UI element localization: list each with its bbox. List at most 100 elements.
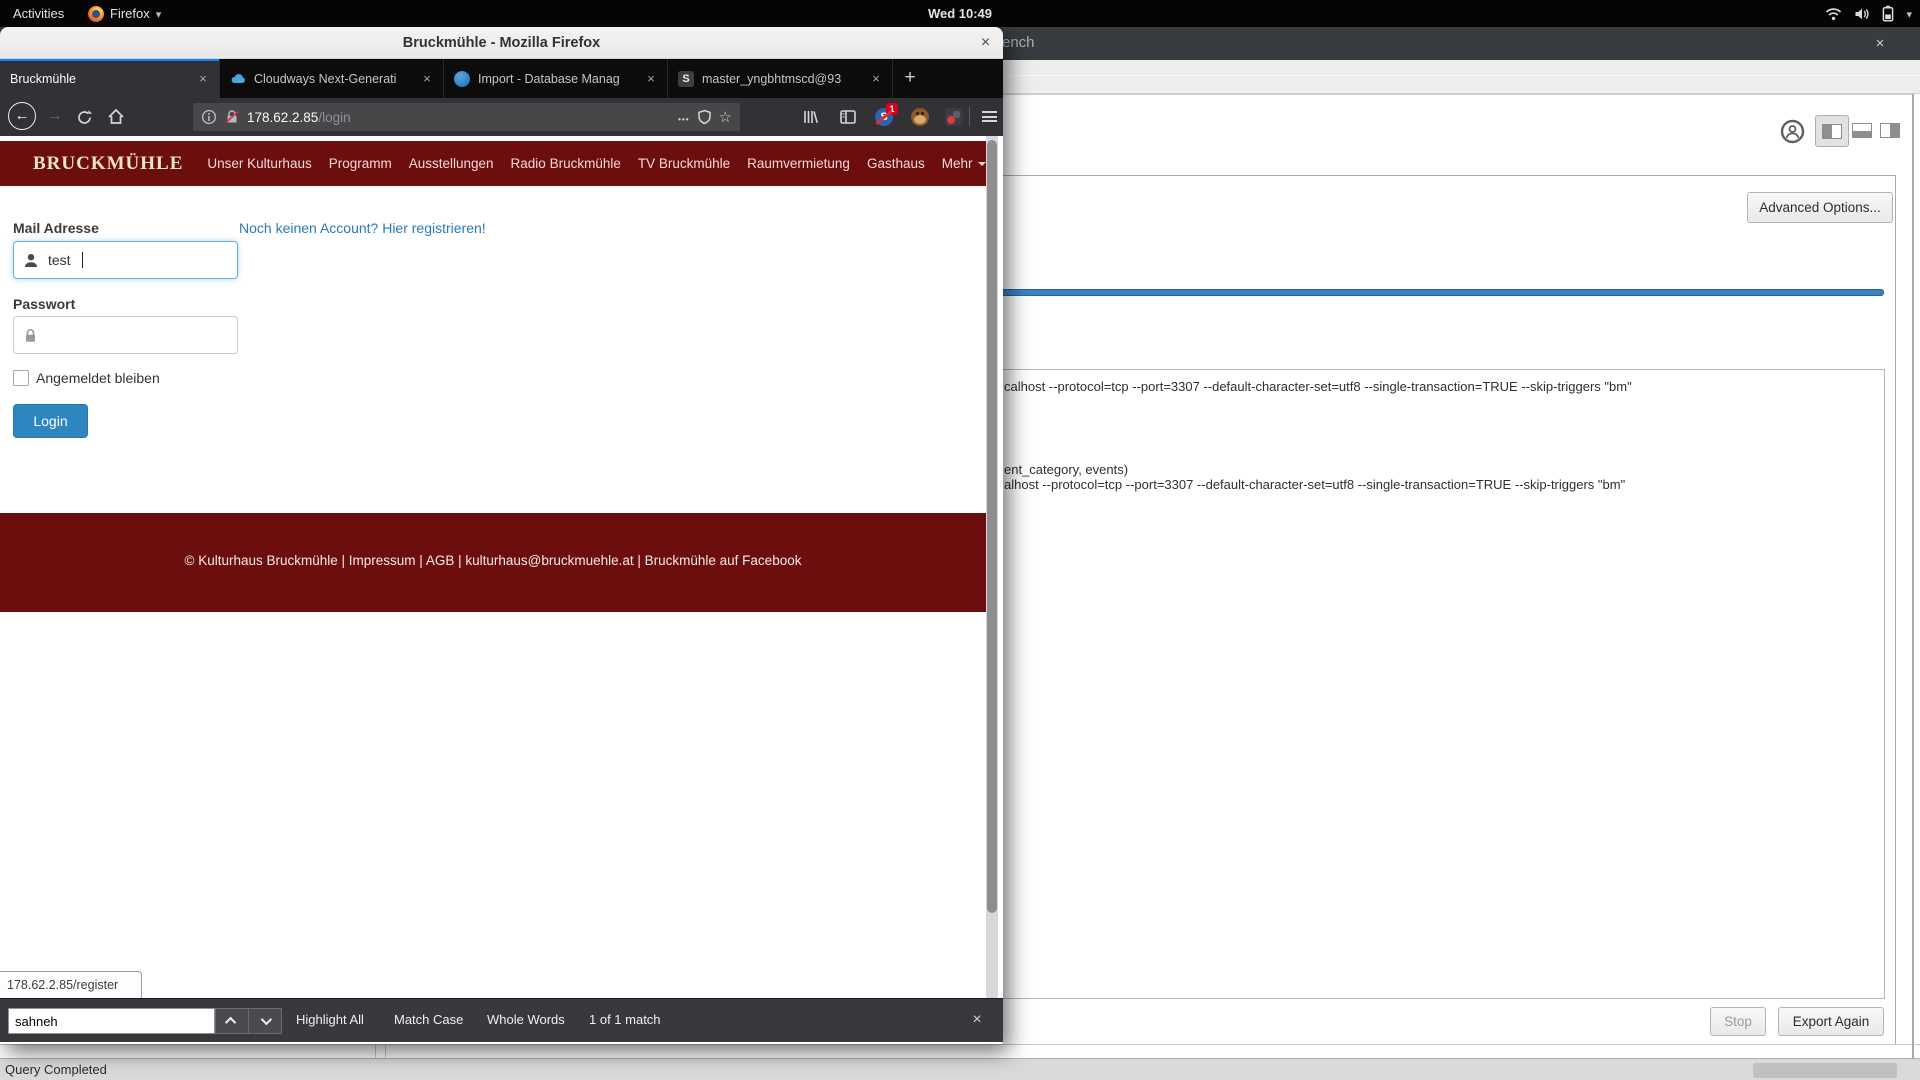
new-tab-button[interactable]: [893, 59, 927, 98]
site-logo[interactable]: BRUCKMÜHLE: [33, 153, 183, 175]
site-info-icon[interactable]: [201, 109, 217, 125]
log-line: alhost --protocol=tcp --port=3307 --defa…: [1004, 477, 1625, 492]
url-host: 178.62.2.85: [247, 110, 318, 125]
forward-button[interactable]: [45, 107, 65, 127]
app-menu[interactable]: Firefox: [88, 3, 161, 24]
find-bar: Highlight All Match Case Whole Words 1 o…: [0, 998, 1003, 1042]
nav-mehr-label: Mehr: [942, 156, 973, 171]
toggle-right-panel-button[interactable]: [1880, 123, 1900, 138]
chevron-down-icon: [156, 6, 162, 21]
tab-bar: Bruckmühle Cloudways Next-Generati Impor…: [0, 59, 1003, 98]
database-manager-favicon: [454, 71, 470, 87]
tab-close-icon[interactable]: [419, 71, 435, 87]
workbench-bottom-strip: [0, 1044, 1920, 1058]
findbar-close-icon[interactable]: [966, 1009, 988, 1031]
match-count: 1 of 1 match: [589, 1012, 661, 1027]
home-button[interactable]: [106, 107, 126, 127]
workbench-statusbar: Query Completed: [0, 1058, 1920, 1080]
nav-tv-bruckmuehle[interactable]: TV Bruckmühle: [638, 156, 730, 171]
tampermonkey-icon[interactable]: [910, 107, 930, 127]
find-next-button[interactable]: [248, 1008, 282, 1034]
nav-gasthaus[interactable]: Gasthaus: [867, 156, 925, 171]
tab-close-icon[interactable]: [195, 71, 211, 87]
pocket-shield-icon[interactable]: [697, 109, 712, 125]
site-nav: Unser Kulturhaus Programm Ausstellungen …: [207, 156, 985, 171]
nav-mehr[interactable]: Mehr: [942, 156, 986, 171]
mail-input[interactable]: test: [13, 241, 238, 279]
nav-programm[interactable]: Programm: [329, 156, 392, 171]
system-status-area[interactable]: [1825, 0, 1912, 27]
app-menu-label: Firefox: [110, 6, 150, 21]
tab-import-database[interactable]: Import - Database Manag: [444, 59, 668, 98]
chevron-down-icon: [978, 162, 986, 166]
text-caret: [82, 252, 83, 268]
page-scrollbar[interactable]: [986, 136, 998, 998]
extension-glyph: [945, 108, 963, 126]
panel-divider: [375, 1044, 376, 1058]
toolbar-separator: [969, 107, 970, 126]
find-input[interactable]: [8, 1008, 215, 1034]
link-status-url: 178.62.2.85/register: [7, 978, 118, 992]
bookmark-star-icon[interactable]: [719, 108, 732, 126]
noscript-icon[interactable]: S1: [874, 107, 894, 127]
tab-label: master_yngbhtmscd@93: [702, 72, 862, 86]
toggle-left-panel-button[interactable]: [1815, 115, 1849, 147]
nav-radio-bruckmuehle[interactable]: Radio Bruckmühle: [511, 156, 621, 171]
page-actions-icon[interactable]: [678, 110, 689, 125]
cloud-favicon: [230, 71, 246, 87]
tab-master-db[interactable]: S master_yngbhtmscd@93: [668, 59, 893, 98]
url-bar[interactable]: 178.62.2.85 /login: [193, 103, 740, 131]
window-title: Bruckmühle - Mozilla Firefox: [0, 27, 1003, 59]
window-close-icon[interactable]: [975, 33, 996, 54]
insecure-connection-icon[interactable]: [224, 109, 240, 125]
tab-label: Bruckmühle: [10, 72, 189, 86]
tab-cloudways[interactable]: Cloudways Next-Generati: [220, 59, 444, 98]
export-again-button[interactable]: Export Again: [1778, 1007, 1884, 1036]
monkey-glyph: [911, 108, 929, 126]
workbench-close-icon[interactable]: [1868, 32, 1892, 56]
match-case-toggle[interactable]: Match Case: [394, 1012, 463, 1027]
nav-ausstellungen[interactable]: Ausstellungen: [409, 156, 494, 171]
reload-button[interactable]: [74, 107, 94, 127]
remember-label: Angemeldet bleiben: [36, 370, 160, 386]
library-icon[interactable]: [800, 107, 820, 127]
firefox-logo-icon: [88, 6, 104, 22]
extension-icon[interactable]: [944, 107, 964, 127]
firefox-titlebar[interactable]: Bruckmühle - Mozilla Firefox: [0, 27, 1003, 59]
advanced-options-button[interactable]: Advanced Options...: [1747, 192, 1893, 223]
back-button[interactable]: [8, 102, 36, 130]
remember-checkbox[interactable]: [13, 370, 29, 386]
toggle-bottom-panel-button[interactable]: [1852, 123, 1872, 138]
tab-close-icon[interactable]: [868, 71, 884, 87]
login-button[interactable]: Login: [13, 404, 88, 438]
whole-words-toggle[interactable]: Whole Words: [487, 1012, 565, 1027]
statusbar-scrollbar-thumb[interactable]: [1753, 1063, 1897, 1078]
user-icon: [24, 253, 38, 268]
battery-icon: [1882, 5, 1894, 22]
help-account-icon[interactable]: [1780, 119, 1805, 144]
gnome-top-bar: Activities Firefox Wed 10:49: [0, 0, 1920, 27]
register-link[interactable]: Noch keinen Account? Hier registrieren!: [239, 220, 486, 236]
tab-bruckmuehle[interactable]: Bruckmühle: [0, 59, 220, 98]
chevron-up-icon: [225, 1017, 236, 1028]
left-panel-icon: [1822, 124, 1842, 139]
highlight-all-toggle[interactable]: Highlight All: [296, 1012, 364, 1027]
activities-button[interactable]: Activities: [9, 4, 68, 23]
find-previous-button[interactable]: [215, 1008, 249, 1034]
tab-close-icon[interactable]: [643, 71, 659, 87]
nav-raumvermietung[interactable]: Raumvermietung: [747, 156, 850, 171]
site-header: BRUCKMÜHLE Unser Kulturhaus Programm Aus…: [0, 141, 986, 186]
window-right-border: [1912, 94, 1914, 1080]
chevron-down-icon: [261, 1014, 272, 1025]
footer-text: © Kulturhaus Bruckmühle | Impressum | AG…: [0, 553, 986, 568]
nav-unser-kulturhaus[interactable]: Unser Kulturhaus: [207, 156, 311, 171]
scrollbar-thumb[interactable]: [987, 140, 997, 913]
url-path: /login: [318, 110, 350, 125]
stop-button[interactable]: Stop: [1710, 1007, 1766, 1036]
volume-icon: [1854, 7, 1870, 21]
clock[interactable]: Wed 10:49: [0, 0, 1920, 27]
password-input[interactable]: [13, 316, 238, 354]
export-log-box[interactable]: calhost --protocol=tcp --port=3307 --def…: [990, 369, 1885, 999]
menu-icon[interactable]: [982, 111, 997, 122]
sidebar-icon[interactable]: [838, 107, 858, 127]
